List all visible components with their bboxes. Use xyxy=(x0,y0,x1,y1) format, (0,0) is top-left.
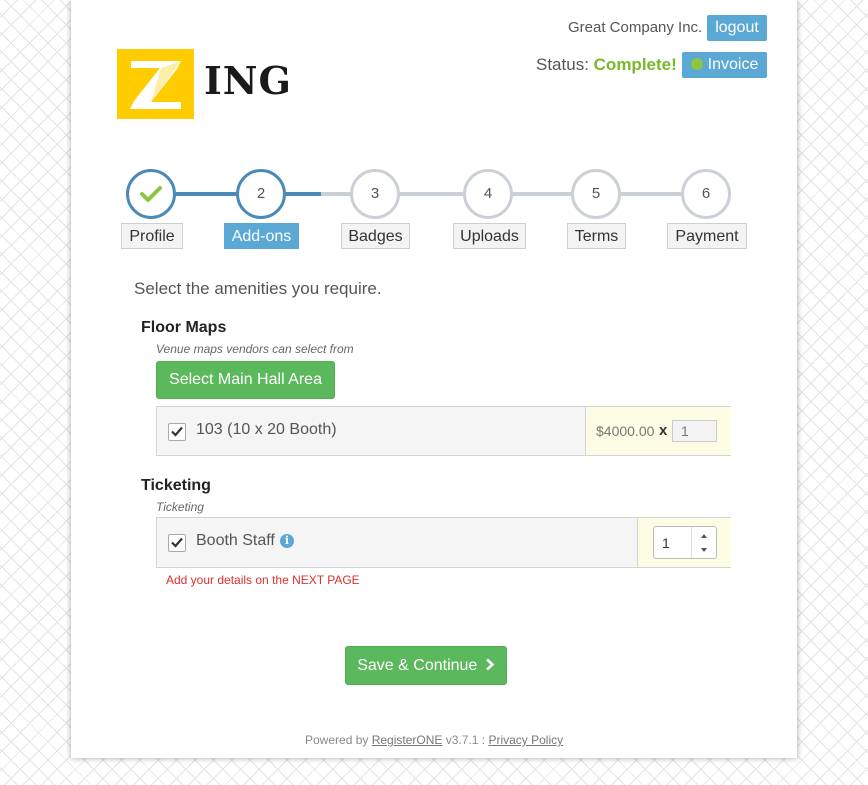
save-continue-button[interactable]: Save & Continue xyxy=(345,646,507,685)
footer: Powered by RegisterONE v3.7.1 : Privacy … xyxy=(305,733,563,747)
checkmark-icon xyxy=(171,537,183,548)
booth-staff-checkbox[interactable] xyxy=(168,534,186,552)
floor-maps-title: Floor Maps xyxy=(141,319,227,336)
logo-text: ING xyxy=(204,58,292,103)
times-symbol: x xyxy=(659,422,668,439)
status-label: Status: xyxy=(536,55,589,74)
booth-staff-quantity-cell: 1 xyxy=(637,518,731,567)
step-label-add-ons[interactable]: Add-ons xyxy=(224,223,299,249)
booth-staff-label: Booth Staff xyxy=(196,532,275,549)
step-label-profile[interactable]: Profile xyxy=(121,223,183,249)
stepper-down-icon[interactable] xyxy=(699,546,709,554)
step-4-circle: 4 xyxy=(463,169,513,219)
invoice-button[interactable]: Invoice xyxy=(682,52,767,78)
select-main-hall-button[interactable]: Select Main Hall Area xyxy=(156,361,335,399)
step-3-circle: 3 xyxy=(350,169,400,219)
status-value: Complete! xyxy=(593,55,677,74)
stepper-up-icon[interactable] xyxy=(699,532,709,540)
step-6-circle: 6 xyxy=(681,169,731,219)
floor-map-quantity-input[interactable] xyxy=(672,420,717,442)
main-card: Great Company Inc. logout Status: Comple… xyxy=(71,0,797,758)
floor-map-price: $4000.00 xyxy=(596,423,655,439)
floor-map-item-label: 103 (10 x 20 Booth) xyxy=(196,421,337,438)
floor-map-item-row: 103 (10 x 20 Booth) $4000.00 x xyxy=(156,406,731,456)
stepper-divider xyxy=(691,527,692,558)
ticketing-subtitle: Ticketing xyxy=(156,500,204,514)
save-continue-label: Save & Continue xyxy=(357,656,478,674)
next-page-note: Add your details on the NEXT PAGE xyxy=(166,573,360,587)
ticketing-item-row: Booth Staff i 1 xyxy=(156,517,731,568)
step-2-circle: 2 xyxy=(236,169,286,219)
ticketing-title: Ticketing xyxy=(141,477,211,494)
floor-map-item-checkbox[interactable] xyxy=(168,423,186,441)
invoice-label: Invoice xyxy=(707,56,759,73)
registerone-link[interactable]: RegisterONE xyxy=(372,733,443,747)
status-dot-icon xyxy=(690,58,703,70)
checkmark-icon xyxy=(140,186,162,202)
version-text: v3.7.1 : xyxy=(445,733,486,747)
company-name: Great Company Inc. xyxy=(568,19,703,36)
step-label-terms[interactable]: Terms xyxy=(567,223,626,249)
step-label-badges[interactable]: Badges xyxy=(341,223,410,249)
privacy-policy-link[interactable]: Privacy Policy xyxy=(488,733,563,747)
step-1-circle xyxy=(126,169,176,219)
logout-button[interactable]: logout xyxy=(707,15,767,41)
floor-map-price-cell: $4000.00 x xyxy=(585,407,731,455)
intro-text: Select the amenities you require. xyxy=(134,279,382,298)
logo-z-icon xyxy=(130,61,181,109)
powered-by-text: Powered by xyxy=(305,733,369,747)
logo-mark xyxy=(117,49,194,119)
booth-staff-quantity-stepper[interactable]: 1 xyxy=(653,526,717,559)
step-5-circle: 5 xyxy=(571,169,621,219)
chevron-right-icon xyxy=(485,658,495,670)
floor-maps-subtitle: Venue maps vendors can select from xyxy=(156,342,354,356)
booth-staff-quantity-value: 1 xyxy=(662,535,670,551)
step-label-uploads[interactable]: Uploads xyxy=(453,223,526,249)
info-icon[interactable]: i xyxy=(280,534,294,548)
checkmark-icon xyxy=(171,426,183,437)
step-label-payment[interactable]: Payment xyxy=(667,223,747,249)
status-text: Status: Complete! xyxy=(536,55,677,75)
